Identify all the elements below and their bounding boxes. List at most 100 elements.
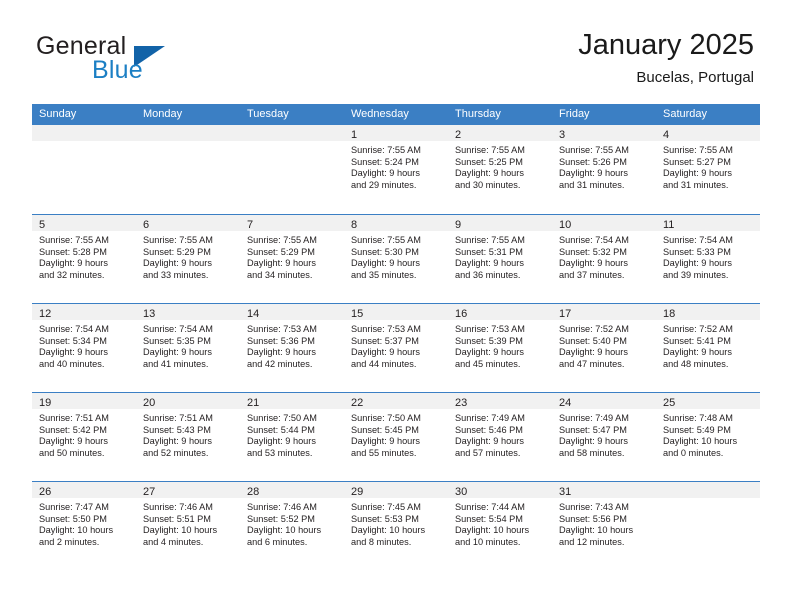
calendar-day-cell[interactable]: 17 Sunrise: 7:52 AM Sunset: 5:40 PM Dayligh…	[552, 304, 656, 392]
calendar-day-cell[interactable]: 30 Sunrise: 7:44 AM Sunset: 5:54 PM Dayligh…	[448, 482, 552, 570]
calendar-day-cell[interactable]: 24 Sunrise: 7:49 AM Sunset: 5:47 PM Dayligh…	[552, 393, 656, 481]
calendar-day-cell[interactable]: 18 Sunrise: 7:52 AM Sunset: 5:41 PM Dayligh…	[656, 304, 760, 392]
day-details: Sunrise: 7:43 AM Sunset: 5:56 PM Daylight:…	[552, 498, 656, 548]
date-number: 1	[351, 129, 358, 141]
day-details: Sunrise: 7:47 AM Sunset: 5:50 PM Daylight:…	[32, 498, 136, 548]
date-number-band: 23	[448, 393, 552, 409]
sunrise-text: Sunrise: 7:50 AM	[351, 413, 421, 423]
calendar-day-cell[interactable]: 2 Sunrise: 7:55 AM Sunset: 5:25 PM Daylight…	[448, 125, 552, 214]
calendar-day-cell[interactable]: 27 Sunrise: 7:46 AM Sunset: 5:51 PM Dayligh…	[136, 482, 240, 570]
daylight-text-line2: and 58 minutes.	[559, 447, 625, 458]
calendar-day-cell[interactable]: 16 Sunrise: 7:53 AM Sunset: 5:39 PM Dayligh…	[448, 304, 552, 392]
sunrise-text: Sunrise: 7:52 AM	[663, 324, 733, 334]
calendar-day-cell[interactable]: 7 Sunrise: 7:55 AM Sunset: 5:29 PM Daylight…	[240, 215, 344, 303]
calendar-day-cell[interactable]: 11 Sunrise: 7:54 AM Sunset: 5:33 PM Dayligh…	[656, 215, 760, 303]
day-details: Sunrise: 7:49 AM Sunset: 5:46 PM Daylight:…	[448, 409, 552, 459]
calendar-day-cell[interactable]: 31 Sunrise: 7:43 AM Sunset: 5:56 PM Dayligh…	[552, 482, 656, 570]
sunrise-text: Sunrise: 7:55 AM	[351, 235, 421, 245]
daylight-text-line1: Daylight: 9 hours	[351, 168, 420, 179]
daylight-text-line1: Daylight: 9 hours	[39, 347, 108, 358]
date-number-band: 25	[656, 393, 760, 409]
calendar-day-cell[interactable]: 4 Sunrise: 7:55 AM Sunset: 5:27 PM Daylight…	[656, 125, 760, 214]
date-number: 5	[39, 219, 46, 231]
calendar-day-cell[interactable]: 1 Sunrise: 7:55 AM Sunset: 5:24 PM Daylight…	[344, 125, 448, 214]
brand-logo: General Blue	[36, 32, 266, 84]
date-number: 17	[559, 308, 572, 320]
date-number-band: 7	[240, 215, 344, 231]
calendar-day-cell[interactable]: 10 Sunrise: 7:54 AM Sunset: 5:32 PM Dayligh…	[552, 215, 656, 303]
date-number-band: 20	[136, 393, 240, 409]
dow-header-sunday: Sunday	[39, 108, 77, 120]
date-number-band: 4	[656, 125, 760, 141]
calendar-day-cell[interactable]: 21 Sunrise: 7:50 AM Sunset: 5:44 PM Dayligh…	[240, 393, 344, 481]
daylight-text-line2: and 36 minutes.	[455, 269, 521, 280]
sunrise-text: Sunrise: 7:46 AM	[247, 502, 317, 512]
date-number-band: 26	[32, 482, 136, 498]
daylight-text-line1: Daylight: 9 hours	[39, 436, 108, 447]
daylight-text-line2: and 39 minutes.	[663, 269, 729, 280]
calendar-day-cell[interactable]: 13 Sunrise: 7:54 AM Sunset: 5:35 PM Dayligh…	[136, 304, 240, 392]
calendar-day-cell[interactable]: 15 Sunrise: 7:53 AM Sunset: 5:37 PM Dayligh…	[344, 304, 448, 392]
date-number-band: 9	[448, 215, 552, 231]
date-number-band: 18	[656, 304, 760, 320]
calendar-day-cell[interactable]: 28 Sunrise: 7:46 AM Sunset: 5:52 PM Dayligh…	[240, 482, 344, 570]
brand-name-blue: Blue	[92, 56, 143, 84]
daylight-text-line1: Daylight: 9 hours	[455, 436, 524, 447]
sunrise-text: Sunrise: 7:49 AM	[559, 413, 629, 423]
sunrise-text: Sunrise: 7:55 AM	[143, 235, 213, 245]
sunset-text: Sunset: 5:30 PM	[351, 246, 419, 257]
sunrise-text: Sunrise: 7:48 AM	[663, 413, 733, 423]
sunset-text: Sunset: 5:28 PM	[39, 246, 107, 257]
sunrise-text: Sunrise: 7:53 AM	[455, 324, 525, 334]
date-number-band	[136, 125, 240, 141]
date-number: 18	[663, 308, 676, 320]
calendar-page: General Blue January 2025 Bucelas, Portu…	[0, 0, 792, 612]
calendar-day-cell[interactable]: 5 Sunrise: 7:55 AM Sunset: 5:28 PM Daylight…	[32, 215, 136, 303]
sunset-text: Sunset: 5:56 PM	[559, 513, 627, 524]
day-details: Sunrise: 7:53 AM Sunset: 5:37 PM Daylight:…	[344, 320, 448, 370]
calendar-day-cell[interactable]: 19 Sunrise: 7:51 AM Sunset: 5:42 PM Dayligh…	[32, 393, 136, 481]
sunrise-text: Sunrise: 7:50 AM	[247, 413, 317, 423]
calendar-day-cell[interactable]: 29 Sunrise: 7:45 AM Sunset: 5:53 PM Dayligh…	[344, 482, 448, 570]
calendar-day-cell[interactable]: 14 Sunrise: 7:53 AM Sunset: 5:36 PM Dayligh…	[240, 304, 344, 392]
calendar-day-cell[interactable]: 6 Sunrise: 7:55 AM Sunset: 5:29 PM Daylight…	[136, 215, 240, 303]
day-details: Sunrise: 7:52 AM Sunset: 5:41 PM Daylight:…	[656, 320, 760, 370]
calendar-day-cell[interactable]: 26 Sunrise: 7:47 AM Sunset: 5:50 PM Dayligh…	[32, 482, 136, 570]
date-number-band	[656, 482, 760, 498]
dow-header-saturday: Saturday	[663, 108, 708, 120]
daylight-text-line2: and 37 minutes.	[559, 269, 625, 280]
day-details: Sunrise: 7:53 AM Sunset: 5:36 PM Daylight:…	[240, 320, 344, 370]
date-number: 12	[39, 308, 52, 320]
sunrise-text: Sunrise: 7:49 AM	[455, 413, 525, 423]
day-details: Sunrise: 7:55 AM Sunset: 5:27 PM Daylight:…	[656, 141, 760, 191]
calendar-day-cell[interactable]: 8 Sunrise: 7:55 AM Sunset: 5:30 PM Daylight…	[344, 215, 448, 303]
calendar-day-cell[interactable]: 22 Sunrise: 7:50 AM Sunset: 5:45 PM Dayligh…	[344, 393, 448, 481]
sunset-text: Sunset: 5:54 PM	[455, 513, 523, 524]
sunset-text: Sunset: 5:27 PM	[663, 156, 731, 167]
day-details: Sunrise: 7:55 AM Sunset: 5:24 PM Daylight:…	[344, 141, 448, 191]
date-number-band: 8	[344, 215, 448, 231]
date-number: 26	[39, 486, 52, 498]
date-number-band: 29	[344, 482, 448, 498]
day-details: Sunrise: 7:53 AM Sunset: 5:39 PM Daylight:…	[448, 320, 552, 370]
sunset-text: Sunset: 5:35 PM	[143, 335, 211, 346]
calendar-week-row: 1 Sunrise: 7:55 AM Sunset: 5:24 PM Daylight…	[32, 125, 760, 214]
calendar-day-cell[interactable]: 3 Sunrise: 7:55 AM Sunset: 5:26 PM Daylight…	[552, 125, 656, 214]
day-details: Sunrise: 7:55 AM Sunset: 5:30 PM Daylight:…	[344, 231, 448, 281]
date-number: 16	[455, 308, 468, 320]
calendar-day-cell[interactable]: 23 Sunrise: 7:49 AM Sunset: 5:46 PM Dayligh…	[448, 393, 552, 481]
daylight-text-line2: and 2 minutes.	[39, 536, 100, 547]
daylight-text-line2: and 31 minutes.	[663, 179, 729, 190]
date-number-band: 28	[240, 482, 344, 498]
sunset-text: Sunset: 5:26 PM	[559, 156, 627, 167]
calendar-day-cell[interactable]: 9 Sunrise: 7:55 AM Sunset: 5:31 PM Daylight…	[448, 215, 552, 303]
sunrise-text: Sunrise: 7:55 AM	[455, 145, 525, 155]
calendar-day-cell[interactable]: 12 Sunrise: 7:54 AM Sunset: 5:34 PM Dayligh…	[32, 304, 136, 392]
calendar-day-cell[interactable]: 25 Sunrise: 7:48 AM Sunset: 5:49 PM Dayligh…	[656, 393, 760, 481]
date-number-band: 31	[552, 482, 656, 498]
calendar-day-cell-empty	[136, 125, 240, 214]
sunrise-text: Sunrise: 7:54 AM	[559, 235, 629, 245]
calendar-weeks: 1 Sunrise: 7:55 AM Sunset: 5:24 PM Daylight…	[32, 125, 760, 570]
calendar-day-cell[interactable]: 20 Sunrise: 7:51 AM Sunset: 5:43 PM Dayligh…	[136, 393, 240, 481]
date-number: 7	[247, 219, 254, 231]
